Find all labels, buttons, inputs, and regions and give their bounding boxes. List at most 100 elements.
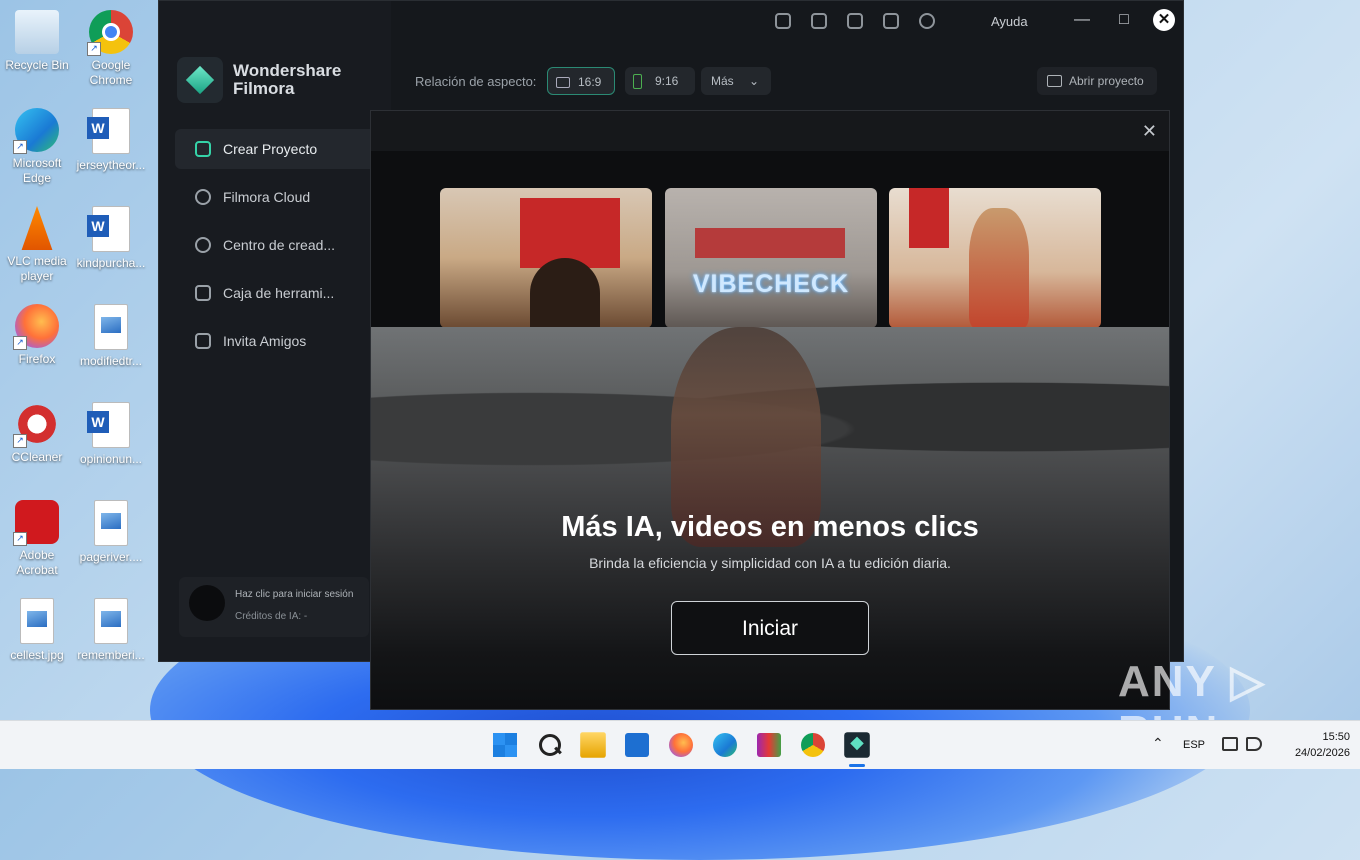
shortcut-arrow-icon: ↗: [13, 336, 27, 350]
desktop-icon-adobe-acrobat[interactable]: ↗ Adobe Acrobat: [0, 494, 74, 578]
chevron-down-icon: ⌄: [749, 74, 760, 88]
network-icon[interactable]: [1222, 737, 1238, 751]
desktop-icon-label: Google Chrome: [89, 58, 133, 87]
desktop-icon-google-chrome[interactable]: ↗ Google Chrome: [74, 4, 148, 88]
sidebar-item-label: Caja de herrami...: [223, 285, 335, 301]
word-document-icon: [87, 206, 130, 252]
avatar: [189, 585, 225, 621]
sidebar-item-filmora-cloud[interactable]: Filmora Cloud: [175, 177, 385, 217]
windows-start-icon[interactable]: [493, 733, 517, 757]
bulb-icon: [195, 237, 211, 253]
cloud-icon: [195, 189, 211, 205]
winrar-icon[interactable]: [757, 733, 781, 757]
aspect-9-16-label: 9:16: [655, 74, 679, 88]
plus-square-icon: [195, 141, 211, 157]
window-close-button[interactable]: ✕: [1153, 9, 1175, 31]
desktop-icon-label: jerseytheor...: [76, 158, 146, 172]
desktop-icon-kindpurcha[interactable]: kindpurcha...: [74, 200, 148, 271]
desktop-icon-label: Firefox: [18, 352, 56, 366]
grid-icon[interactable]: [883, 13, 899, 29]
login-panel[interactable]: Haz clic para iniciar sesión Créditos de…: [179, 577, 369, 637]
store-icon[interactable]: [625, 733, 649, 757]
taskbar: ⌃ ESP 15:50 24/02/2026: [0, 720, 1360, 769]
brand-name: Wondershare Filmora: [233, 62, 341, 98]
headset-icon[interactable]: [919, 13, 935, 29]
shortcut-arrow-icon: ↗: [13, 140, 27, 154]
aspect-more-dropdown[interactable]: Más ⌄: [701, 67, 771, 95]
sidebar-item-caja-herramientas[interactable]: Caja de herrami...: [175, 273, 385, 313]
search-icon[interactable]: [533, 729, 565, 761]
aspect-more-label: Más: [711, 74, 734, 88]
image-file-icon: [94, 304, 128, 350]
sidebar-item-label: Filmora Cloud: [223, 189, 311, 205]
edge-taskbar-icon[interactable]: [713, 733, 737, 757]
desktop-icon-rememberi[interactable]: rememberi...: [74, 592, 148, 663]
sidebar-item-centro-creadores[interactable]: Centro de cread...: [175, 225, 385, 265]
tasks-icon[interactable]: [811, 13, 827, 29]
desktop-icon-firefox[interactable]: ↗ Firefox: [0, 298, 74, 367]
sidebar-item-label: Invita Amigos: [223, 333, 307, 349]
recycle-bin-icon: [15, 10, 59, 54]
aspect-16-9-label: 16:9: [578, 75, 602, 89]
maximize-button[interactable]: □: [1113, 9, 1135, 31]
sidebar-nav: Crear Proyecto Filmora Cloud Centro de c…: [175, 129, 385, 369]
help-button[interactable]: Ayuda: [991, 14, 1028, 29]
desktop-icon-label: VLC media player: [7, 254, 67, 283]
desktop-icon-recycle-bin[interactable]: Recycle Bin: [0, 4, 74, 73]
modal-subline: Brinda la eficiencia y simplicidad con I…: [589, 555, 951, 571]
clock-time: 15:50: [1322, 731, 1350, 743]
image-file-icon: [20, 598, 54, 644]
ai-credits: Créditos de IA: -: [235, 611, 308, 622]
login-prompt: Haz clic para iniciar sesión: [235, 589, 354, 600]
desktop-icon-label: cellest.jpg: [10, 648, 64, 662]
image-file-icon: [94, 598, 128, 644]
send-icon[interactable]: [775, 13, 791, 29]
brand-name-line2: Filmora: [233, 79, 295, 98]
start-button[interactable]: Iniciar: [671, 601, 869, 655]
clock[interactable]: 15:50 24/02/2026: [1270, 729, 1350, 761]
modal-close-button[interactable]: ✕: [1142, 121, 1157, 141]
desktop-icon-label: modifiedtr...: [79, 354, 143, 368]
file-explorer-icon[interactable]: [580, 732, 606, 758]
shortcut-arrow-icon: ↗: [13, 532, 27, 546]
aspect-16-9-button[interactable]: 16:9: [547, 67, 615, 95]
language-indicator[interactable]: ESP: [1183, 739, 1205, 751]
open-project-button[interactable]: Abrir proyecto: [1037, 67, 1157, 95]
desktop-icon-label: rememberi...: [77, 648, 145, 662]
desktop-icon-pageriver[interactable]: pageriver....: [74, 494, 148, 565]
toolbox-icon: [195, 285, 211, 301]
chevron-up-icon[interactable]: ⌃: [1152, 735, 1164, 752]
running-indicator: [849, 764, 865, 767]
sidebar-item-crear-proyecto[interactable]: Crear Proyecto: [175, 129, 385, 169]
image-file-icon: [94, 500, 128, 546]
desktop-icon-label: opinionun...: [79, 452, 143, 466]
desktop-icon-label: Microsoft Edge: [12, 156, 62, 185]
word-document-icon: [87, 402, 130, 448]
desktop-icon-opinionun[interactable]: opinionun...: [74, 396, 148, 467]
sidebar-item-label: Centro de cread...: [223, 237, 336, 253]
firefox-taskbar-icon[interactable]: [669, 733, 693, 757]
word-document-icon: [87, 108, 130, 154]
desktop-icon-jerseytheor[interactable]: jerseytheor...: [74, 102, 148, 173]
thumbnail-text: VIBECHECK: [692, 270, 850, 298]
aspect-9-16-button[interactable]: 9:16: [625, 67, 695, 95]
sidebar-item-invita-amigos[interactable]: Invita Amigos: [175, 321, 385, 361]
landscape-icon: [556, 77, 570, 88]
vlc-icon: [21, 206, 53, 250]
shortcut-arrow-icon: ↗: [13, 434, 27, 448]
cloud-upload-icon[interactable]: [847, 13, 863, 29]
filmora-logo-icon: [177, 57, 223, 103]
desktop-icon-modifiedtr[interactable]: modifiedtr...: [74, 298, 148, 369]
sidebar: Wondershare Filmora Crear Proyecto Filmo…: [159, 1, 391, 661]
minimize-button[interactable]: —: [1071, 9, 1093, 31]
desktop-icon-ccleaner[interactable]: ↗ CCleaner: [0, 396, 74, 465]
aspect-ratio-label: Relación de aspecto:: [415, 74, 537, 89]
desktop-icon-vlc[interactable]: VLC media player: [0, 200, 74, 284]
desktop-icon-microsoft-edge[interactable]: ↗ Microsoft Edge: [0, 102, 74, 186]
desktop-icon-label: kindpurcha...: [76, 256, 146, 270]
clock-date: 24/02/2026: [1294, 747, 1350, 759]
chrome-taskbar-icon[interactable]: [801, 733, 825, 757]
desktop-icon-cellest[interactable]: cellest.jpg: [0, 592, 74, 663]
volume-icon[interactable]: [1246, 737, 1262, 751]
filmora-taskbar-icon[interactable]: [844, 732, 870, 758]
